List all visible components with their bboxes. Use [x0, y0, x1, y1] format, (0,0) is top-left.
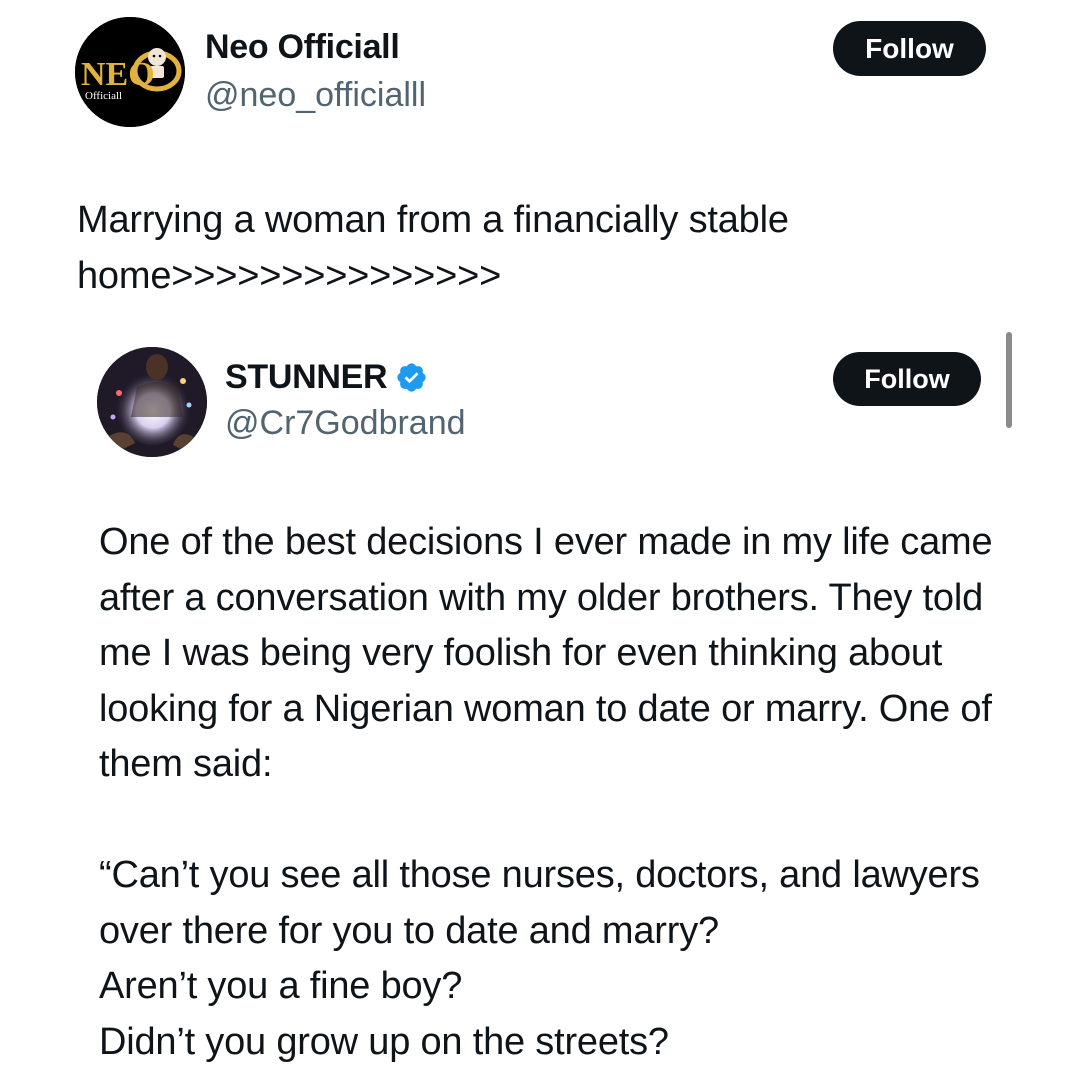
- quoted-author-name[interactable]: STUNNER: [225, 358, 428, 397]
- quoted-avatar[interactable]: [97, 347, 207, 457]
- tweet-screenshot: NEO Officiall Neo Officiall @neo_officia…: [0, 0, 1080, 1080]
- quoted-tweet-text: One of the best decisions I ever made in…: [99, 521, 993, 1063]
- tweet-text: Marrying a woman from a financially stab…: [77, 199, 800, 297]
- follow-button[interactable]: Follow: [833, 21, 986, 76]
- neo-logo-icon: NEO Officiall: [75, 17, 185, 127]
- quoted-author-handle[interactable]: @Cr7Godbrand: [225, 404, 466, 443]
- svg-text:Officiall: Officiall: [85, 90, 122, 102]
- quoted-author-name-label: STUNNER: [225, 358, 388, 396]
- scrollbar[interactable]: [1006, 332, 1012, 428]
- author-name[interactable]: Neo Officiall: [205, 28, 400, 67]
- author-handle[interactable]: @neo_officialll: [205, 76, 426, 115]
- profile-photo-icon: [97, 347, 207, 457]
- verified-badge-icon: [397, 363, 426, 392]
- avatar[interactable]: NEO Officiall: [75, 17, 185, 127]
- svg-text:NEO: NEO: [81, 56, 155, 93]
- quoted-follow-button[interactable]: Follow: [833, 352, 981, 406]
